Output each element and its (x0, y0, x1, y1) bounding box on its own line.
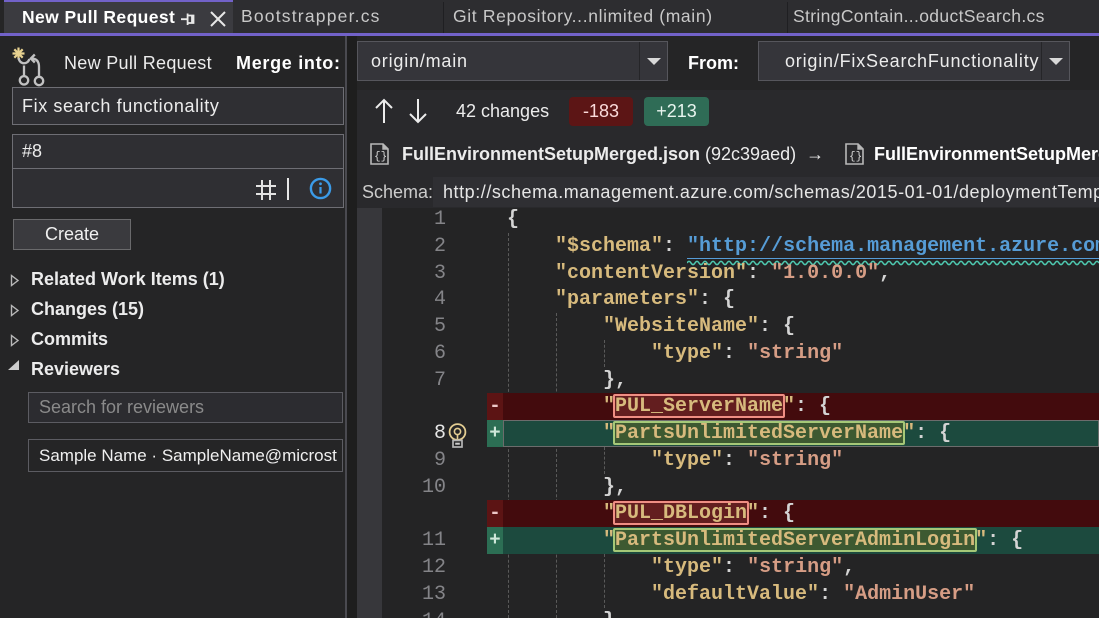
svg-text:{}: {} (849, 151, 862, 163)
svg-text:{}: {} (374, 151, 387, 163)
